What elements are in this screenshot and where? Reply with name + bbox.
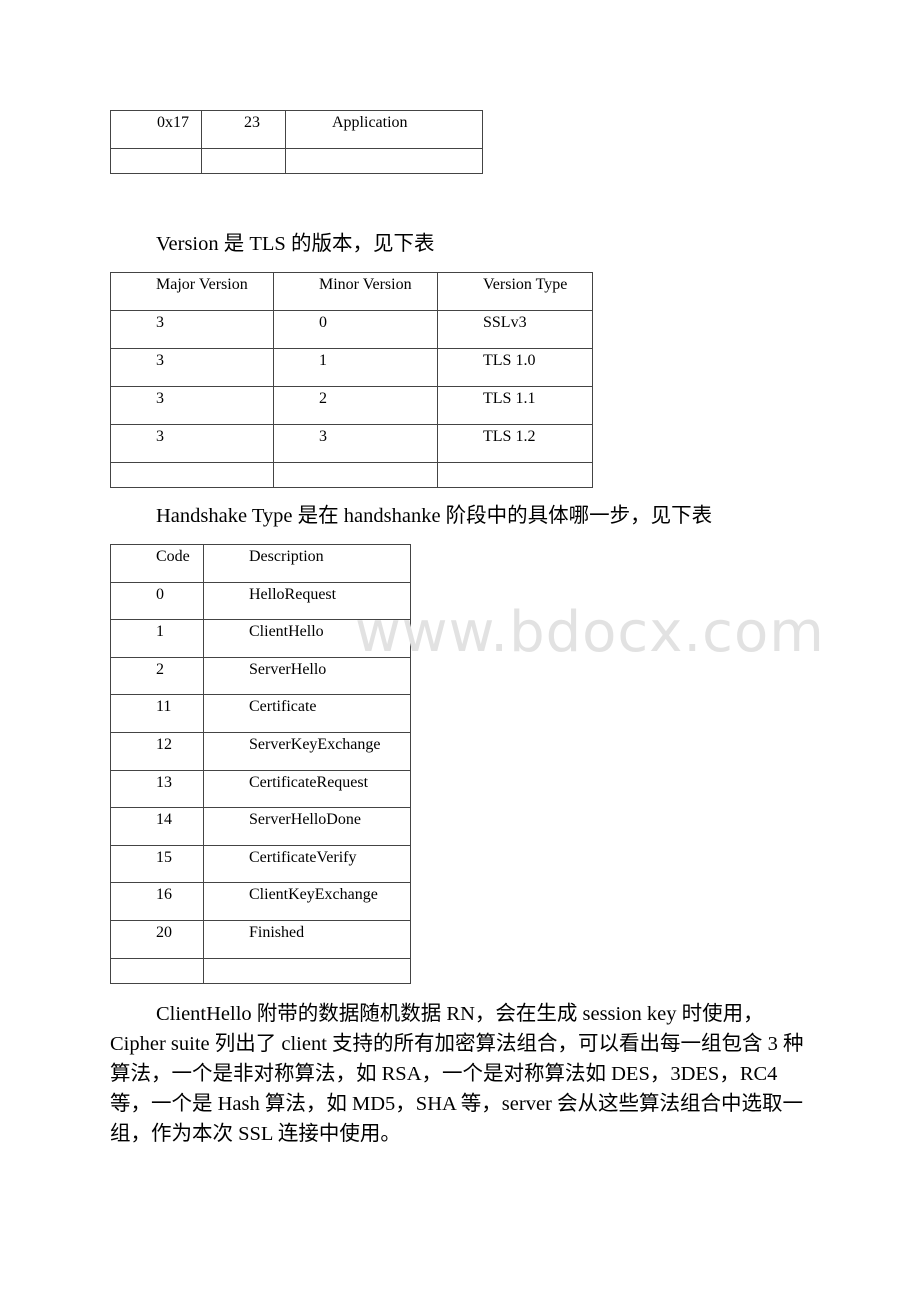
table-cell: 15 (110, 844, 204, 884)
table-row (110, 148, 483, 174)
table-row: 14 ServerHelloDone (110, 807, 411, 846)
paragraph-clienthello: ClientHello 附带的数据随机数据 RN，会在生成 session ke… (110, 1003, 804, 1145)
table-cell: ServerHello (203, 656, 411, 696)
table-header-row: Major Version Minor Version Version Type (110, 272, 593, 311)
table-row: 0x17 23 Application (110, 110, 483, 149)
watermark: www.bdocx.com (355, 600, 825, 665)
table-row: 16 ClientKeyExchange (110, 882, 411, 921)
table-row: 3 2 TLS 1.1 (110, 386, 593, 425)
table-row: 2 ServerHello (110, 656, 411, 696)
table-cell: 2 (110, 656, 204, 696)
table-cell: HelloRequest (203, 581, 411, 621)
table-cell: CertificateRequest (203, 769, 411, 809)
table-cell (110, 957, 204, 984)
table-cell: 0 (110, 581, 204, 621)
paragraph-version: Version 是 TLS 的版本，见下表 (156, 233, 435, 255)
table-cell: 1 (273, 348, 438, 387)
table-cell: 3 (110, 386, 274, 425)
table-row: 15 CertificateVerify (110, 844, 411, 884)
table-cell: TLS 1.1 (437, 386, 593, 425)
table-cell: 3 (273, 424, 438, 463)
table-row: 12 ServerKeyExchange (110, 731, 411, 771)
table-cell: TLS 1.2 (437, 424, 593, 463)
table-row (110, 957, 411, 984)
table-cell (110, 148, 202, 174)
handshake-type-table: Code Description 0 HelloRequest 1 Client… (110, 544, 411, 984)
content-type-table: 0x17 23 Application (110, 110, 483, 174)
table-row: 3 0 SSLv3 (110, 310, 593, 349)
table-cell: 0 (273, 310, 438, 349)
table-cell (110, 462, 274, 488)
table-cell: 0x17 (110, 110, 202, 149)
table-cell (273, 462, 438, 488)
column-header: Code (110, 544, 204, 583)
paragraph-handshake: Handshake Type 是在 handshanke 阶段中的具体哪一步，见… (156, 505, 713, 527)
table-cell: SSLv3 (437, 310, 593, 349)
table-cell: CertificateVerify (203, 844, 411, 884)
table-row: 20 Finished (110, 919, 411, 959)
table-cell (437, 462, 593, 488)
table-cell (201, 148, 286, 174)
table-row: 1 ClientHello (110, 619, 411, 658)
table-cell: 16 (110, 882, 204, 921)
table-cell: 1 (110, 619, 204, 658)
table-cell: 14 (110, 807, 204, 846)
column-header: Version Type (437, 272, 593, 311)
table-cell: ClientHello (203, 619, 411, 658)
table-row (110, 462, 593, 488)
table-cell: Finished (203, 919, 411, 959)
table-cell: 3 (110, 310, 274, 349)
table-header-row: Code Description (110, 544, 411, 583)
table-row: 0 HelloRequest (110, 581, 411, 621)
table-cell (203, 957, 411, 984)
table-row: 3 3 TLS 1.2 (110, 424, 593, 463)
table-cell: 20 (110, 919, 204, 959)
table-cell: Application (285, 110, 483, 149)
table-cell: 2 (273, 386, 438, 425)
table-cell: ServerKeyExchange (203, 731, 411, 771)
table-cell: TLS 1.0 (437, 348, 593, 387)
table-cell: 12 (110, 731, 204, 771)
table-cell: 3 (110, 424, 274, 463)
table-cell: 23 (201, 110, 286, 149)
table-cell: ClientKeyExchange (203, 882, 411, 921)
column-header: Major Version (110, 272, 274, 311)
table-row: 11 Certificate (110, 694, 411, 733)
table-row: 3 1 TLS 1.0 (110, 348, 593, 387)
table-cell: ServerHelloDone (203, 807, 411, 846)
table-cell (285, 148, 483, 174)
table-cell: 11 (110, 694, 204, 733)
column-header: Minor Version (273, 272, 438, 311)
table-cell: Certificate (203, 694, 411, 733)
column-header: Description (203, 544, 411, 583)
table-cell: 3 (110, 348, 274, 387)
table-row: 13 CertificateRequest (110, 769, 411, 809)
table-cell: 13 (110, 769, 204, 809)
version-table: Major Version Minor Version Version Type… (110, 272, 593, 488)
